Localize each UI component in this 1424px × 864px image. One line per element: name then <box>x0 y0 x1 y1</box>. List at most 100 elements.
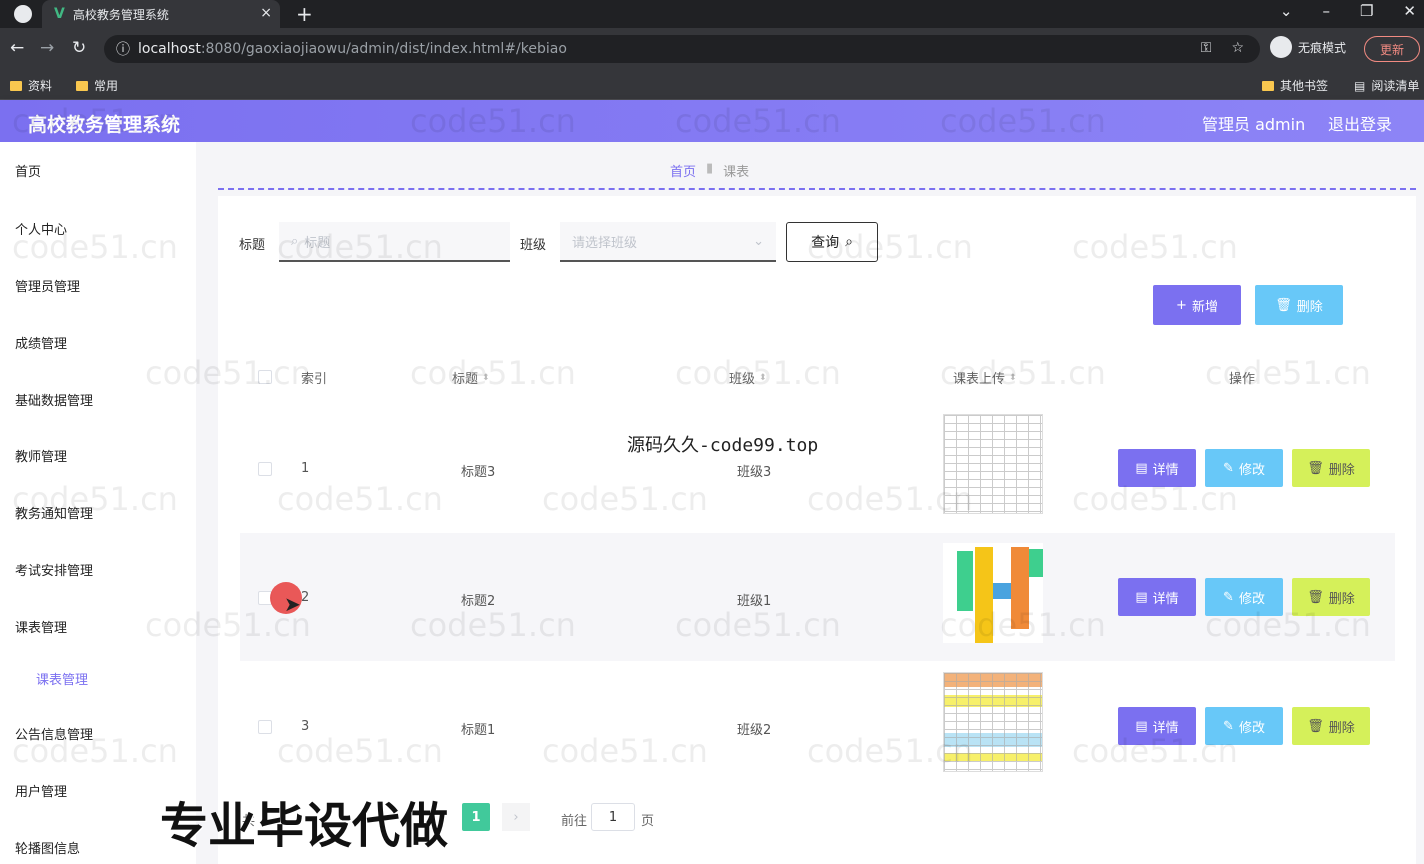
sidebar-item-home[interactable]: 首页 <box>15 161 41 180</box>
title-label: 标题 <box>239 238 266 253</box>
pagination-goto-input[interactable]: 1 <box>591 803 635 831</box>
update-button[interactable]: 更新 <box>1364 36 1420 62</box>
breadcrumb-current: 课表 <box>723 165 750 180</box>
delete-button[interactable]: 🗑 删除 <box>1292 707 1370 745</box>
search-icon: ⌕ <box>845 234 853 250</box>
divider <box>218 188 1416 190</box>
row-checkbox[interactable] <box>258 462 272 476</box>
sidebar-item-users[interactable]: 用户管理 <box>15 781 67 800</box>
folder-icon <box>76 80 88 91</box>
incognito-label: 无痕模式 <box>1298 40 1347 55</box>
edit-button[interactable]: ✎ 修改 <box>1205 449 1283 487</box>
forward-icon[interactable]: → <box>40 38 54 58</box>
tab-search-icon[interactable]: ⌄ <box>1280 2 1293 20</box>
sort-icon[interactable]: ⬍ <box>1009 373 1017 383</box>
sidebar-item-basedata[interactable]: 基础数据管理 <box>15 390 93 409</box>
search-icon: ⌕ <box>291 233 299 249</box>
bookmark-folder-1[interactable]: 资料 <box>10 77 52 94</box>
restore-icon[interactable]: ❐ <box>1360 2 1373 20</box>
folder-icon <box>1262 80 1274 91</box>
class-select[interactable]: 请选择班级 ⌄ <box>560 222 776 262</box>
address-bar[interactable]: ⓘ localhost :8080/gaoxiaojiaowu/admin/di… <box>104 35 1260 63</box>
detail-icon: ▤ <box>1135 718 1148 734</box>
sidebar-item-admin[interactable]: 管理员管理 <box>15 276 80 295</box>
new-tab-button[interactable]: + <box>296 2 313 26</box>
detail-button[interactable]: ▤ 详情 <box>1118 578 1196 616</box>
edit-label: 修改 <box>1238 462 1265 478</box>
chrome-menu-icon[interactable] <box>14 5 32 23</box>
chevron-down-icon: ⌄ <box>753 233 764 249</box>
header-class[interactable]: 班级 ⬍ <box>729 368 767 387</box>
delete-label: 删除 <box>1328 591 1355 607</box>
schedule-thumbnail[interactable] <box>943 414 1043 514</box>
detail-label: 详情 <box>1152 720 1179 736</box>
close-window-icon[interactable]: ✕ <box>1403 2 1416 20</box>
reload-icon[interactable]: ↻ <box>72 38 86 58</box>
pagination-page-current[interactable]: 1 <box>462 803 490 831</box>
select-all-checkbox[interactable] <box>258 370 272 384</box>
reading-list[interactable]: ▤ 阅读清单 <box>1354 77 1419 94</box>
detail-button[interactable]: ▤ 详情 <box>1118 707 1196 745</box>
detail-icon: ▤ <box>1135 460 1148 476</box>
sort-icon[interactable]: ⬍ <box>759 373 767 383</box>
trash-icon: 🗑 <box>1307 718 1324 734</box>
add-button[interactable]: + 新增 <box>1153 285 1241 325</box>
cell-index: 2 <box>301 590 310 605</box>
bookmark-folder-2[interactable]: 常用 <box>76 77 118 94</box>
query-button[interactable]: 查询 ⌕ <box>786 222 878 262</box>
incognito-icon <box>1270 36 1292 58</box>
header-title[interactable]: 标题 ⬍ <box>452 368 490 387</box>
header-label: 标题 <box>452 372 479 387</box>
trash-icon: 🗑 <box>1275 297 1292 313</box>
close-tab-icon[interactable]: × <box>260 5 272 21</box>
edit-button[interactable]: ✎ 修改 <box>1205 707 1283 745</box>
delete-button[interactable]: 🗑 删除 <box>1292 449 1370 487</box>
sidebar-item-grades[interactable]: 成绩管理 <box>15 333 67 352</box>
bookmark-label: 阅读清单 <box>1371 79 1420 93</box>
trash-icon: 🗑 <box>1307 460 1324 476</box>
incognito-profile[interactable]: 无痕模式 <box>1270 36 1346 58</box>
detail-button[interactable]: ▤ 详情 <box>1118 449 1196 487</box>
sidebar-item-profile[interactable]: 个人中心 <box>15 219 67 238</box>
edit-button[interactable]: ✎ 修改 <box>1205 578 1283 616</box>
schedule-thumbnail[interactable] <box>943 543 1043 643</box>
window-controls: ⌄ – ❐ ✕ <box>1280 2 1416 20</box>
detail-label: 详情 <box>1152 462 1179 478</box>
bookmark-label: 资料 <box>28 79 53 93</box>
sort-icon[interactable]: ⬍ <box>482 373 490 383</box>
header-upload[interactable]: 课表上传 ⬍ <box>953 368 1017 387</box>
bookmark-label: 常用 <box>94 79 119 93</box>
app-header: 高校教务管理系统 管理员 admin 退出登录 <box>0 100 1424 142</box>
edit-icon: ✎ <box>1223 589 1234 605</box>
breadcrumb-home[interactable]: 首页 <box>670 161 696 180</box>
logout-button[interactable]: 退出登录 <box>1328 111 1392 135</box>
key-icon[interactable]: ⚿ <box>1201 40 1212 56</box>
minimize-icon[interactable]: – <box>1322 2 1330 20</box>
class-placeholder: 请选择班级 <box>572 235 638 251</box>
pagination-page-label: 页 <box>641 814 655 829</box>
sidebar-item-schedule[interactable]: 课表管理 <box>15 617 67 636</box>
sidebar-item-teachers[interactable]: 教师管理 <box>15 446 67 465</box>
title-search-input[interactable]: ⌕ 标题 <box>279 222 510 262</box>
bulk-delete-button[interactable]: 🗑 删除 <box>1255 285 1343 325</box>
sidebar-subitem-schedule[interactable]: 课表管理 <box>36 669 88 688</box>
delete-button[interactable]: 🗑 删除 <box>1292 578 1370 616</box>
folder-icon <box>10 80 22 91</box>
sidebar-item-announcements[interactable]: 公告信息管理 <box>15 724 93 743</box>
bookmark-star-icon[interactable]: ☆ <box>1231 40 1244 56</box>
back-icon[interactable]: ← <box>10 38 24 58</box>
pagination-next-button[interactable]: › <box>502 803 530 831</box>
sidebar-item-notices[interactable]: 教务通知管理 <box>15 503 93 522</box>
info-icon[interactable]: ⓘ <box>116 39 130 59</box>
row-checkbox[interactable] <box>258 720 272 734</box>
browser-tab[interactable]: V 高校教务管理系统 × <box>42 0 280 28</box>
sidebar-item-carousel[interactable]: 轮播图信息 <box>15 838 80 857</box>
cell-title: 标题3 <box>461 465 496 480</box>
sidebar-item-exams[interactable]: 考试安排管理 <box>15 560 93 579</box>
header-label: 索引 <box>301 372 328 387</box>
overlay-banner: 专业毕设代做 <box>160 798 449 854</box>
schedule-thumbnail[interactable] <box>943 672 1043 772</box>
cell-class: 班级3 <box>737 465 772 480</box>
mouse-cursor-icon: ➤ <box>284 592 301 616</box>
other-bookmarks[interactable]: 其他书签 <box>1262 77 1328 94</box>
